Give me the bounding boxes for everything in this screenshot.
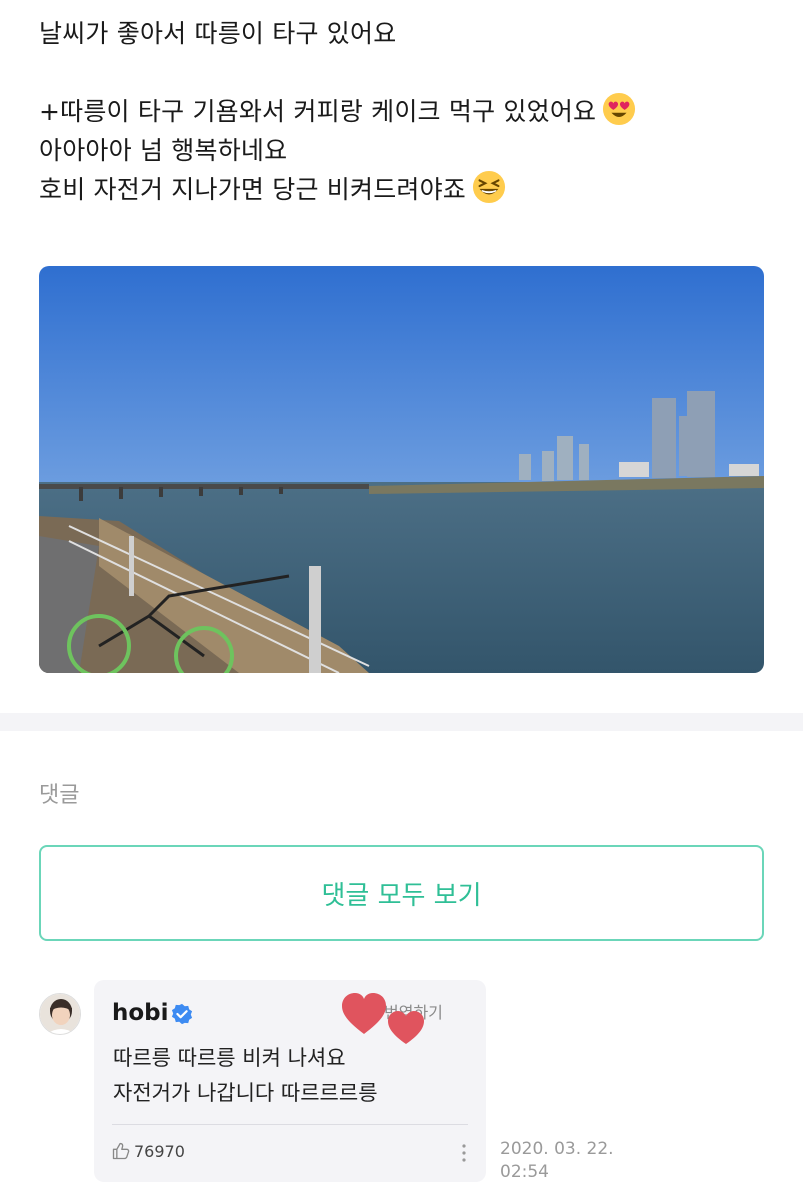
grinning-squinting-emoji-icon [472, 170, 506, 204]
reply-card: hobi 번역하기 따르릉 따르릉 비켜 나셔요 자전거가 나갑니다 따르르르릉… [94, 980, 486, 1182]
avatar-image [40, 994, 80, 1034]
like-count: 76970 [134, 1142, 185, 1161]
post-body: 날씨가 좋아서 따릉이 타구 있어요 +따릉이 타구 기욤와서 커피랑 케이크 … [39, 14, 779, 209]
section-divider [0, 713, 803, 731]
reply-author[interactable]: hobi [112, 1000, 169, 1026]
view-all-comments-button[interactable]: 댓글 모두 보기 [39, 845, 764, 941]
verified-badge-icon [171, 1003, 193, 1025]
post-line-text: 호비 자전거 지나가면 당근 비켜드려야죠 [39, 175, 466, 204]
post-line: 아아아아 넘 행복하네요 [39, 131, 779, 170]
heart-eyes-emoji-icon [603, 92, 636, 126]
post-line: 날씨가 좋아서 따릉이 타구 있어요 [39, 14, 779, 53]
reply-date: 2020. 03. 22. [500, 1139, 614, 1159]
post-line: 호비 자전거 지나가면 당근 비켜드려야죠 [39, 170, 779, 209]
hearts-sticker-icon [342, 993, 424, 1044]
post-line-blank [39, 53, 779, 92]
post-line: +따릉이 타구 기욤와서 커피랑 케이크 먹구 있었어요 [39, 92, 779, 131]
card-divider [112, 1124, 468, 1125]
avatar[interactable] [39, 993, 81, 1035]
reply-timestamp: 2020. 03. 22. 02:54 [500, 1138, 640, 1184]
comments-section-label: 댓글 [39, 783, 80, 808]
thumbs-up-icon[interactable] [111, 1141, 131, 1161]
reply-time: 02:54 [500, 1162, 549, 1182]
reply-text-line: 자전거가 나갑니다 따르르르릉 [113, 1081, 378, 1105]
post-line-text: 아아아아 넘 행복하네요 [39, 136, 288, 165]
more-options-icon[interactable] [460, 1143, 468, 1163]
river-photo [39, 266, 764, 673]
post-photo[interactable] [39, 266, 764, 673]
reply-text-line: 따르릉 따르릉 비켜 나셔요 [113, 1046, 346, 1070]
post-line-text: +따릉이 타구 기욤와서 커피랑 케이크 먹구 있었어요 [39, 97, 597, 126]
post-line-text: 날씨가 좋아서 따릉이 타구 있어요 [39, 19, 397, 48]
